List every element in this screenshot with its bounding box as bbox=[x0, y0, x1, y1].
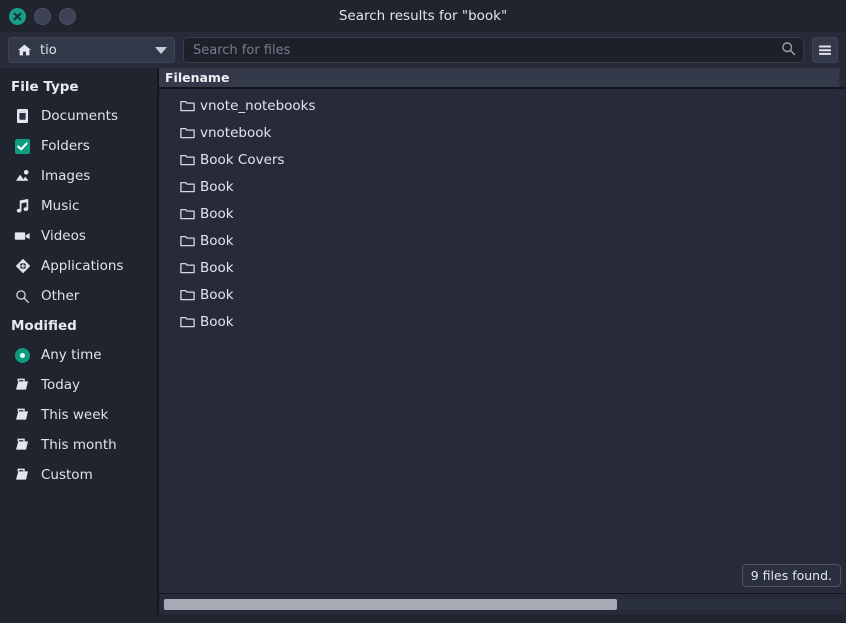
calendar-page-icon bbox=[14, 437, 31, 454]
sidebar-item-label: Today bbox=[41, 377, 81, 393]
search-icon[interactable] bbox=[781, 41, 796, 60]
column-header-filename[interactable]: Filename bbox=[159, 68, 840, 89]
results-pane: Filename vnote_notebooks vnotebook Book … bbox=[159, 68, 846, 615]
sidebar-item-label: Folders bbox=[41, 138, 90, 154]
sidebar-item-label: Documents bbox=[41, 108, 118, 124]
sidebar-item-label: This month bbox=[41, 437, 117, 453]
sidebar-item-today[interactable]: Today bbox=[0, 370, 157, 400]
file-list: vnote_notebooks vnotebook Book Covers Bo… bbox=[159, 89, 846, 593]
sidebar-item-videos[interactable]: Videos bbox=[0, 221, 157, 251]
chevron-down-icon bbox=[155, 46, 167, 54]
radio-selected-icon[interactable] bbox=[14, 347, 31, 364]
image-icon bbox=[14, 168, 31, 185]
sidebar-item-this-month[interactable]: This month bbox=[0, 430, 157, 460]
title-bar: Search results for "book" bbox=[0, 0, 846, 32]
sidebar-item-any-time[interactable]: Any time bbox=[0, 340, 157, 370]
file-name: vnote_notebooks bbox=[200, 97, 316, 114]
sidebar-item-label: Custom bbox=[41, 467, 93, 483]
file-name: vnotebook bbox=[200, 124, 272, 141]
list-item[interactable]: Book bbox=[159, 173, 846, 200]
folder-icon bbox=[180, 98, 195, 113]
sidebar-item-label: Images bbox=[41, 168, 91, 184]
window-bottom-edge bbox=[0, 615, 846, 623]
sidebar-item-folders[interactable]: Folders bbox=[0, 131, 157, 161]
sidebar-item-label: Videos bbox=[41, 228, 86, 244]
group-title-modified: Modified bbox=[11, 318, 77, 334]
file-name: Book bbox=[200, 178, 234, 195]
list-item[interactable]: vnotebook bbox=[159, 119, 846, 146]
sidebar-item-label: Music bbox=[41, 198, 80, 214]
filter-sidebar: File Type Documents Folders Images Music… bbox=[0, 68, 157, 615]
hamburger-menu-icon bbox=[819, 45, 831, 55]
close-button[interactable] bbox=[9, 7, 26, 25]
file-name: Book bbox=[200, 259, 234, 276]
list-item[interactable]: vnote_notebooks bbox=[159, 92, 846, 119]
hamburger-menu-button[interactable] bbox=[812, 37, 838, 63]
location-dropdown-button[interactable]: tio bbox=[8, 37, 175, 63]
group-title-file-type: File Type bbox=[11, 79, 79, 95]
list-item[interactable]: Book Covers bbox=[159, 146, 846, 173]
file-name: Book bbox=[200, 232, 234, 249]
sidebar-item-images[interactable]: Images bbox=[0, 161, 157, 191]
minimize-button[interactable] bbox=[34, 7, 51, 25]
search-window: Search results for "book" tio Search for… bbox=[0, 0, 846, 623]
video-camera-icon bbox=[14, 228, 31, 245]
search-input[interactable]: Search for files bbox=[183, 37, 804, 63]
application-icon bbox=[14, 258, 31, 275]
sidebar-item-other[interactable]: Other bbox=[0, 281, 157, 311]
scrollbar-thumb[interactable] bbox=[164, 599, 617, 610]
document-icon bbox=[14, 108, 31, 125]
maximize-button[interactable] bbox=[59, 7, 76, 25]
search-placeholder: Search for files bbox=[193, 42, 291, 58]
calendar-page-icon bbox=[14, 467, 31, 484]
window-controls bbox=[0, 7, 76, 25]
toolbar: tio Search for files bbox=[0, 32, 846, 68]
sidebar-item-label: This week bbox=[41, 407, 109, 423]
list-item[interactable]: Book bbox=[159, 227, 846, 254]
folder-icon bbox=[180, 206, 195, 221]
scrollbar-track[interactable] bbox=[162, 599, 843, 610]
file-name: Book Covers bbox=[200, 151, 285, 168]
folder-icon bbox=[180, 233, 195, 248]
search-icon bbox=[14, 288, 31, 305]
sidebar-item-documents[interactable]: Documents bbox=[0, 101, 157, 131]
status-badge: 9 files found. bbox=[741, 564, 841, 587]
music-note-icon bbox=[14, 198, 31, 215]
column-header-row: Filename bbox=[159, 68, 846, 89]
sidebar-item-music[interactable]: Music bbox=[0, 191, 157, 221]
location-label: tio bbox=[40, 42, 57, 58]
folder-icon bbox=[180, 287, 195, 302]
calendar-page-icon bbox=[14, 377, 31, 394]
main-content: File Type Documents Folders Images Music… bbox=[0, 68, 846, 615]
horizontal-scrollbar[interactable] bbox=[159, 593, 846, 615]
checkbox-checked-icon[interactable] bbox=[14, 138, 31, 155]
folder-icon bbox=[180, 125, 195, 140]
list-item[interactable]: Book bbox=[159, 308, 846, 335]
home-icon bbox=[16, 42, 33, 59]
list-item[interactable]: Book bbox=[159, 281, 846, 308]
file-name: Book bbox=[200, 205, 234, 222]
sidebar-item-this-week[interactable]: This week bbox=[0, 400, 157, 430]
folder-icon bbox=[180, 152, 195, 167]
list-item[interactable]: Book bbox=[159, 254, 846, 281]
folder-icon bbox=[180, 179, 195, 194]
sidebar-item-label: Any time bbox=[41, 347, 102, 363]
close-icon bbox=[13, 12, 22, 20]
sidebar-item-custom[interactable]: Custom bbox=[0, 460, 157, 490]
folder-icon bbox=[180, 260, 195, 275]
window-title: Search results for "book" bbox=[338, 8, 508, 24]
list-item[interactable]: Book bbox=[159, 200, 846, 227]
file-name: Book bbox=[200, 286, 234, 303]
sidebar-item-label: Applications bbox=[41, 258, 124, 274]
folder-icon bbox=[180, 314, 195, 329]
file-name: Book bbox=[200, 313, 234, 330]
sidebar-item-label: Other bbox=[41, 288, 80, 304]
sidebar-item-applications[interactable]: Applications bbox=[0, 251, 157, 281]
column-header-gutter bbox=[840, 68, 846, 89]
calendar-page-icon bbox=[14, 407, 31, 424]
